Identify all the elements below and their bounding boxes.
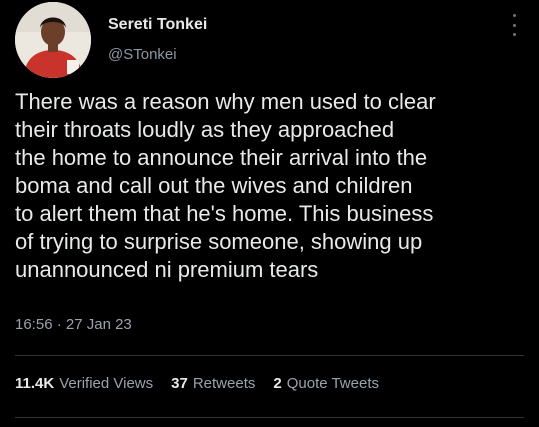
- tweet-line: to alert them that he's home. This busin…: [15, 201, 434, 226]
- tweet-timestamp[interactable]: 16:56 · 27 Jan 23: [15, 316, 132, 333]
- tweet-text: There was a reason why men used to clear…: [15, 88, 525, 284]
- tweet-line: of trying to surprise someone, showing u…: [15, 229, 423, 254]
- tweet-time[interactable]: 16:56: [15, 316, 53, 333]
- views-stat[interactable]: 11.4K Verified Views: [15, 375, 153, 392]
- tweet-line: the home to announce their arrival into …: [15, 145, 428, 170]
- tweet-line: unannounced ni premium tears: [15, 257, 319, 282]
- author-name[interactable]: Sereti Tonkei: [108, 16, 207, 34]
- retweets-count: 37: [171, 375, 188, 392]
- tweet-line: boma and call out the wives and children: [15, 173, 413, 198]
- timestamp-separator: ·: [56, 316, 62, 333]
- views-count: 11.4K: [15, 375, 55, 392]
- divider: [15, 355, 524, 356]
- retweets-label: Retweets: [192, 375, 256, 392]
- retweets-stat[interactable]: 37 Retweets: [171, 375, 255, 392]
- avatar-image: [15, 2, 91, 78]
- quote-tweets-count: 2: [273, 375, 282, 392]
- tweet-date[interactable]: 27 Jan 23: [66, 316, 132, 333]
- tweet-line: their throats loudly as they approached: [15, 117, 395, 142]
- quote-tweets-stat[interactable]: 2 Quote Tweets: [273, 375, 379, 392]
- more-vertical-icon[interactable]: [510, 14, 518, 36]
- divider: [15, 417, 524, 418]
- views-label: Verified Views: [59, 375, 154, 392]
- avatar[interactable]: [15, 2, 91, 78]
- tweet-stats: 11.4K Verified Views 37 Retweets 2 Quote Tw…: [15, 375, 397, 392]
- quote-tweets-label: Quote Tweets: [286, 375, 379, 392]
- author-handle[interactable]: @STonkei: [108, 46, 177, 63]
- tweet-line: There was a reason why men used to clear: [15, 89, 436, 114]
